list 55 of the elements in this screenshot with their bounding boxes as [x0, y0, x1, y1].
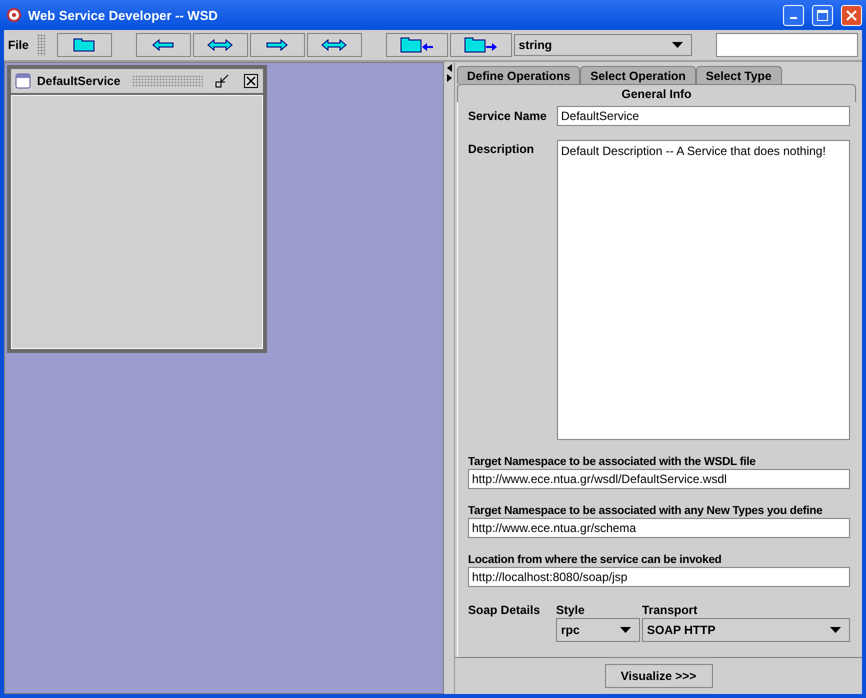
- tab[interactable]: Select Type: [696, 66, 782, 84]
- dropdown-caret-icon: [830, 627, 841, 633]
- toolbar-button[interactable]: [450, 33, 512, 57]
- folder-arrow-icon: [464, 37, 498, 53]
- double-arrow-icon: [207, 39, 234, 51]
- window-title: Web Service Developer -- WSD: [28, 8, 219, 22]
- left-arrow-icon: [152, 39, 174, 51]
- toolbar-button[interactable]: [136, 33, 191, 57]
- maximize-icon: [817, 10, 828, 20]
- toolbar-button[interactable]: [306, 33, 362, 57]
- toolbar-grip[interactable]: [36, 34, 45, 56]
- right-arrow-icon[interactable]: [446, 74, 452, 82]
- input-field[interactable]: DefaultService: [557, 106, 850, 126]
- folder-icon: [73, 38, 96, 52]
- toolbar-button[interactable]: [386, 33, 448, 57]
- restore-icon[interactable]: [215, 74, 229, 88]
- dropdown-caret-icon: [672, 42, 683, 48]
- field-label: Transport: [642, 603, 698, 617]
- description-field[interactable]: Default Description -- A Service that does nothing!: [557, 140, 850, 440]
- input-field[interactable]: [716, 33, 858, 57]
- style-combo[interactable]: rpc: [556, 618, 640, 642]
- close-icon[interactable]: [243, 74, 259, 88]
- close-icon: [846, 10, 857, 20]
- field-label: Description: [468, 141, 536, 156]
- title-grip[interactable]: [132, 75, 203, 87]
- tab[interactable]: Select Operation: [580, 66, 696, 84]
- toolbar-button[interactable]: [56, 33, 112, 57]
- field-label: Target Namespace to be associated with the WSDL file: [468, 456, 757, 468]
- field-label: Location from where the service can be invoked: [468, 554, 722, 566]
- dropdown-caret-icon: [620, 627, 631, 633]
- toolbar-button[interactable]: [192, 33, 248, 57]
- file-menu[interactable]: File: [8, 38, 29, 52]
- double-arrow-icon: [321, 39, 348, 51]
- input-field[interactable]: http://localhost:8080/soap/jsp: [468, 567, 850, 587]
- right-arrow-icon: [266, 39, 288, 51]
- field-label: Style: [556, 603, 586, 617]
- close-button[interactable]: [841, 4, 862, 26]
- field-label: Service Name: [468, 109, 548, 123]
- app-icon: [6, 7, 22, 23]
- input-field[interactable]: http://www.ece.ntua.gr/schema: [468, 518, 850, 538]
- field-label: Target Namespace to be associated with any New Types you define: [468, 505, 824, 517]
- left-arrow-icon[interactable]: [446, 64, 452, 72]
- internal-window-title: DefaultService: [37, 74, 120, 88]
- minimize-button[interactable]: [783, 4, 804, 26]
- transport-combo[interactable]: SOAP HTTP: [642, 618, 850, 642]
- tab[interactable]: Define Operations: [457, 66, 580, 84]
- input-field[interactable]: http://www.ece.ntua.gr/wsdl/DefaultService.wsdl: [468, 469, 850, 489]
- visualize-button[interactable]: Visualize >>>: [604, 664, 712, 688]
- type-combo[interactable]: string: [514, 34, 692, 56]
- maximize-button[interactable]: [812, 4, 833, 26]
- folder-arrow-icon: [400, 37, 434, 53]
- tab[interactable]: General Info: [457, 84, 856, 102]
- window-icon: [15, 73, 31, 89]
- toolbar-button[interactable]: [250, 33, 305, 57]
- field-label: Soap Details: [468, 603, 542, 619]
